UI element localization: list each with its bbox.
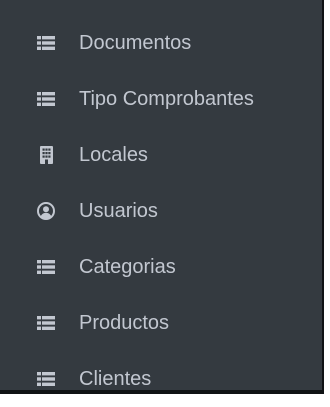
- sidebar: Documentos Tipo Comprobantes Locales Usu…: [0, 0, 324, 394]
- sidebar-item-label: Documentos: [79, 31, 192, 54]
- sidebar-item-documentos[interactable]: Documentos: [0, 15, 318, 71]
- sidebar-item-tipo-comprobantes[interactable]: Tipo Comprobantes: [0, 71, 318, 127]
- sidebar-item-categorias[interactable]: Categorias: [0, 239, 318, 295]
- list-icon: [37, 258, 55, 276]
- list-icon: [37, 34, 55, 52]
- list-icon: [37, 370, 55, 388]
- sidebar-item-label: Locales: [79, 143, 148, 166]
- sidebar-item-usuarios[interactable]: Usuarios: [0, 183, 318, 239]
- list-icon: [37, 90, 55, 108]
- sidebar-item-clientes[interactable]: Clientes: [0, 351, 318, 407]
- sidebar-item-label: Categorias: [79, 255, 176, 278]
- sidebar-nav: Documentos Tipo Comprobantes Locales Usu…: [0, 15, 318, 407]
- sidebar-item-label: Tipo Comprobantes: [79, 87, 254, 110]
- list-icon: [37, 314, 55, 332]
- sidebar-item-label: Productos: [79, 311, 170, 334]
- sidebar-item-label: Clientes: [79, 367, 152, 390]
- sidebar-item-label: Usuarios: [79, 199, 158, 222]
- sidebar-item-productos[interactable]: Productos: [0, 295, 318, 351]
- sidebar-bottom-border: [0, 390, 324, 394]
- building-icon: [37, 146, 55, 164]
- sidebar-item-locales[interactable]: Locales: [0, 127, 318, 183]
- user-circle-icon: [37, 202, 55, 220]
